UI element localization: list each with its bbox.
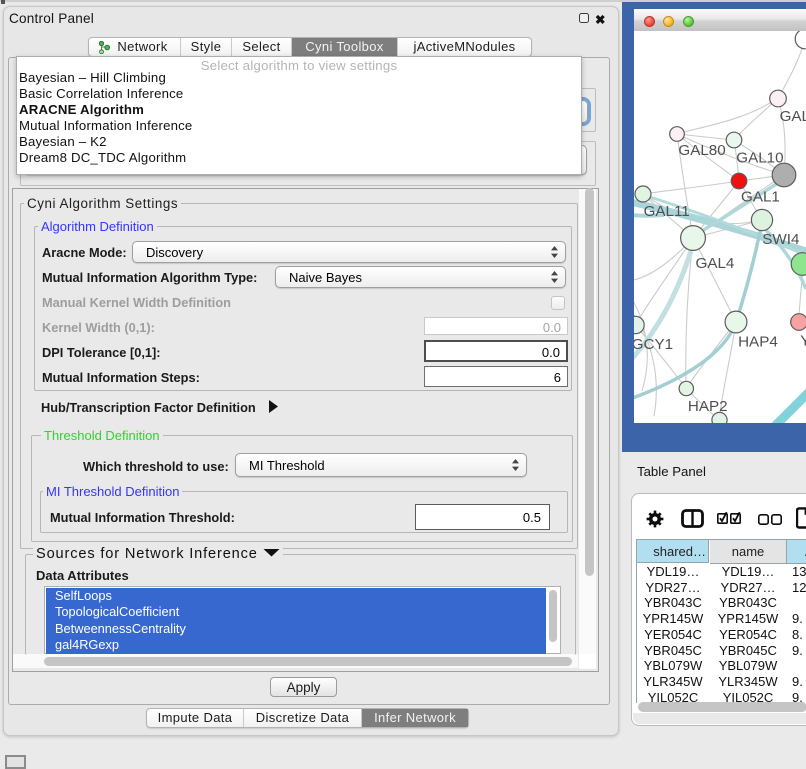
svg-text:HAP2: HAP2: [688, 398, 728, 415]
svg-text:GAL4: GAL4: [696, 255, 735, 272]
svg-text:SWI4: SWI4: [762, 231, 799, 248]
svg-text:HAP4: HAP4: [738, 334, 778, 351]
svg-text:GAL10: GAL10: [736, 150, 783, 167]
svg-text:GAL11: GAL11: [644, 203, 690, 220]
svg-text:GCY1: GCY1: [634, 336, 673, 353]
svg-text:GAL7: GAL7: [780, 108, 806, 125]
svg-text:YM: YM: [800, 333, 806, 350]
svg-text:GAL1: GAL1: [741, 189, 780, 206]
svg-text:GAL80: GAL80: [678, 142, 725, 159]
